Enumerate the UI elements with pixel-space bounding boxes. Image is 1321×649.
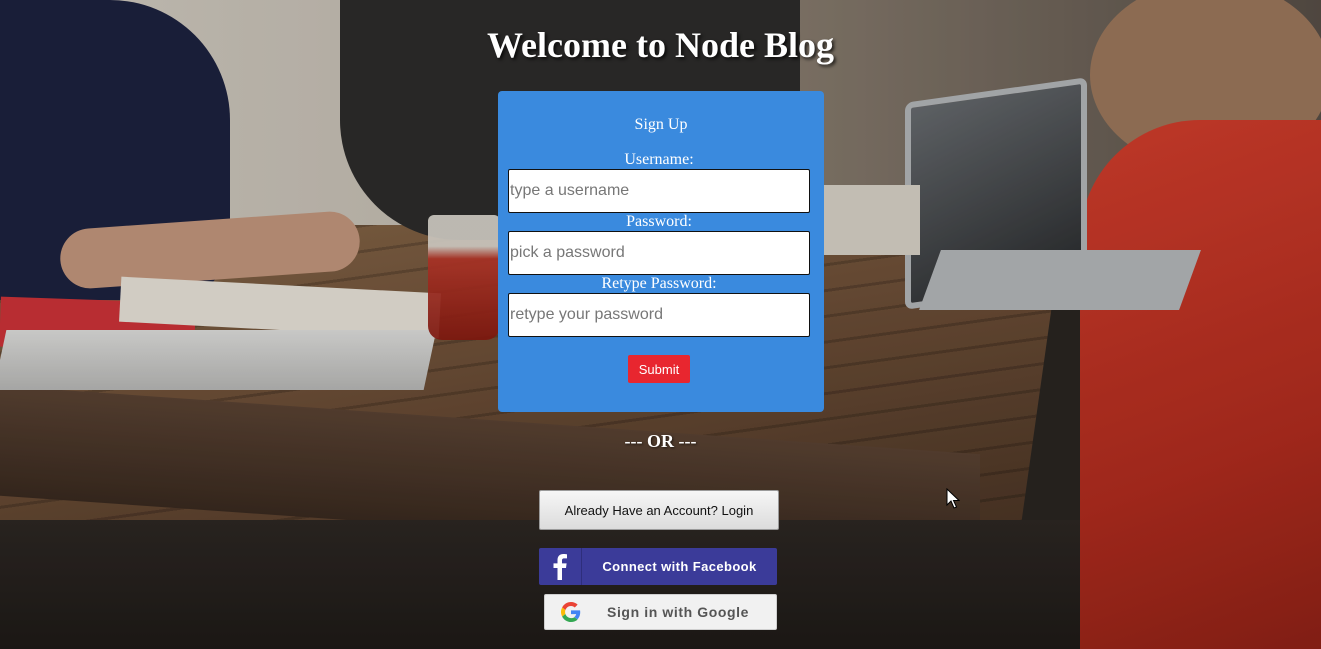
mouse-cursor-icon [946, 488, 960, 509]
facebook-icon [539, 548, 582, 585]
page-title: Welcome to Node Blog [487, 25, 834, 65]
login-button[interactable]: Already Have an Account? Login [539, 490, 779, 530]
google-button-label: Sign in with Google [607, 604, 750, 620]
signup-form: Sign Up Username: Password: Retype Passw… [498, 91, 824, 412]
signup-heading: Sign Up [634, 116, 688, 133]
password-label: Password: [626, 213, 692, 230]
password-input[interactable] [508, 231, 810, 275]
retype-password-label: Retype Password: [601, 275, 717, 292]
or-divider: --- OR --- [624, 431, 697, 451]
submit-button[interactable]: Submit [628, 355, 690, 383]
facebook-button-label: Connect with Facebook [602, 559, 757, 574]
google-signin-button[interactable]: Sign in with Google [544, 594, 777, 630]
retype-password-input[interactable] [508, 293, 810, 337]
facebook-connect-button[interactable]: Connect with Facebook [539, 548, 777, 585]
username-label: Username: [624, 151, 694, 168]
username-input[interactable] [508, 169, 810, 213]
google-icon [545, 595, 597, 629]
